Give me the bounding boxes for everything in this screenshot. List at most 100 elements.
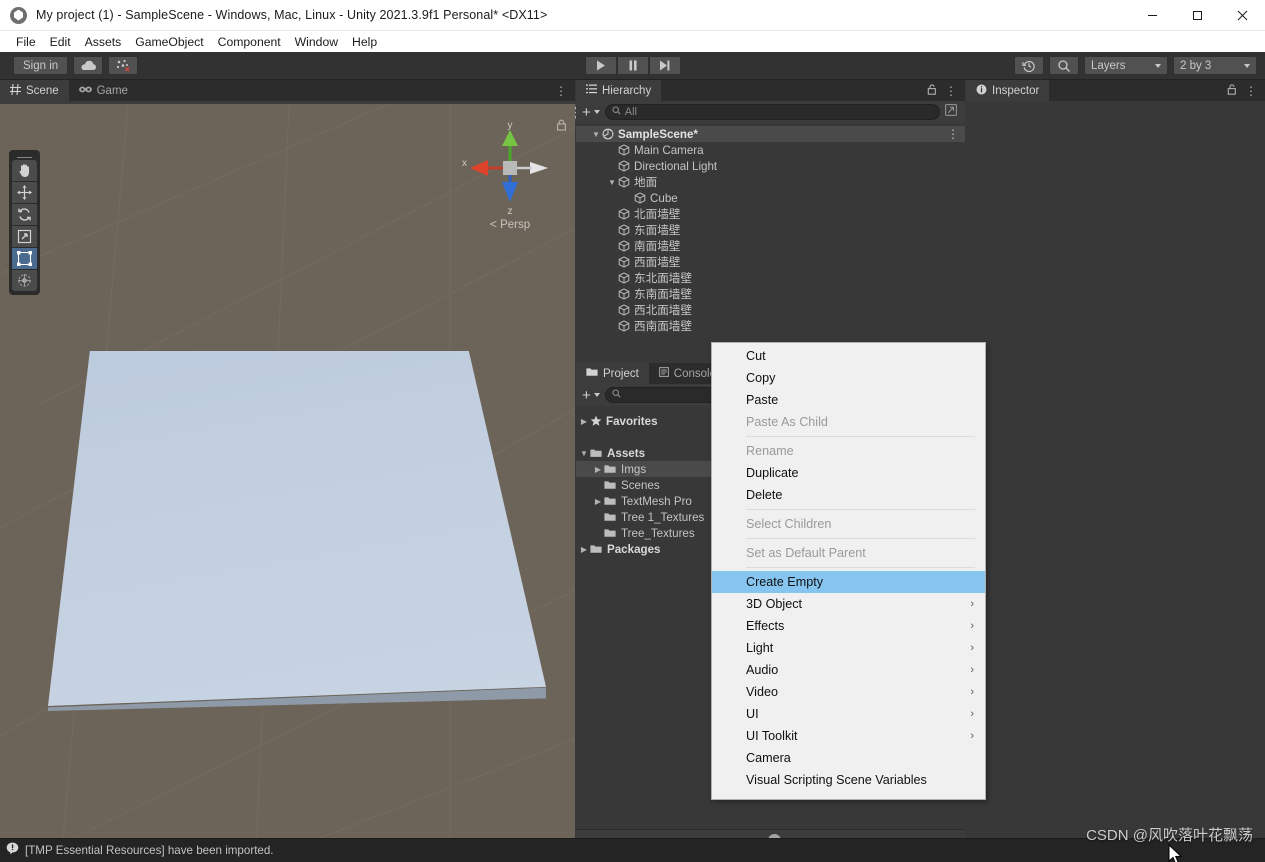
minimize-icon[interactable]: [1130, 0, 1175, 31]
chevron-down-icon[interactable]: ▼: [590, 130, 602, 139]
menu-edit[interactable]: Edit: [43, 33, 78, 51]
menu-gameobject[interactable]: GameObject: [128, 33, 210, 51]
scene-orientation-gizmo[interactable]: y x z < Persp: [460, 116, 560, 231]
lock-icon[interactable]: [1227, 82, 1237, 100]
project-tree-row[interactable]: ▶ Favorites: [576, 413, 711, 429]
tab-project[interactable]: Project: [576, 363, 649, 384]
cloud-icon[interactable]: [73, 56, 104, 75]
context-menu-item-light[interactable]: Light ›: [712, 637, 985, 659]
context-menu-item-paste[interactable]: Paste: [712, 389, 985, 411]
tab-game[interactable]: Game: [68, 80, 138, 101]
undo-history-icon[interactable]: [1014, 56, 1044, 75]
lock-icon[interactable]: [927, 82, 937, 100]
context-menu-item-3d-object[interactable]: 3D Object ›: [712, 593, 985, 615]
kebab-menu-icon[interactable]: ⋮: [1245, 85, 1257, 97]
menu-window[interactable]: Window: [288, 33, 345, 51]
project-tree-row[interactable]: Tree 1_Textures: [576, 509, 711, 525]
gameobject-icon: [618, 144, 630, 156]
rotate-icon[interactable]: [12, 204, 37, 225]
play-icon[interactable]: [584, 56, 617, 75]
project-tree-row[interactable]: ▶ Imgs: [576, 461, 711, 477]
context-menu-item-visual-scripting-scene-variables[interactable]: Visual Scripting Scene Variables: [712, 769, 985, 791]
chevron-right-icon[interactable]: ▶: [592, 497, 604, 506]
tab-inspector[interactable]: Inspector: [966, 80, 1050, 101]
chevron-right-icon[interactable]: ▶: [592, 465, 604, 474]
pause-icon[interactable]: [616, 56, 649, 75]
sign-in-button[interactable]: Sign in: [13, 56, 69, 75]
project-tree[interactable]: ▶ Favorites ▼ Assets ▶ Imgs Scenes ▶ TextMesh P…: [576, 409, 711, 804]
context-menu-item-rename: Rename: [712, 440, 985, 462]
layout-dropdown[interactable]: 2 by 3: [1173, 56, 1257, 75]
hierarchy-row[interactable]: Directional Light: [576, 158, 965, 174]
context-menu-item-ui[interactable]: UI ›: [712, 703, 985, 725]
hierarchy-row[interactable]: 西北面墙壁: [576, 302, 965, 318]
transform-icon[interactable]: [12, 270, 37, 291]
inspector-content[interactable]: [966, 101, 1265, 850]
search-icon[interactable]: [1049, 56, 1079, 75]
context-menu-item-label: Set as Default Parent: [746, 546, 866, 560]
context-menu-item-audio[interactable]: Audio ›: [712, 659, 985, 681]
close-icon[interactable]: [1220, 0, 1265, 31]
svg-text:x: x: [462, 158, 467, 169]
hierarchy-list[interactable]: ▼ SampleScene* ⋮ Main Camera Directional Lig…: [576, 126, 965, 361]
context-menu-item-copy[interactable]: Copy: [712, 367, 985, 389]
layers-dropdown[interactable]: Layers: [1084, 56, 1168, 75]
scale-icon[interactable]: [12, 226, 37, 247]
context-menu-item-create-empty[interactable]: Create Empty: [712, 571, 985, 593]
step-icon[interactable]: [648, 56, 681, 75]
maximize-icon[interactable]: [1175, 0, 1220, 31]
hierarchy-search-input[interactable]: All: [604, 104, 940, 120]
context-menu-item-delete[interactable]: Delete: [712, 484, 985, 506]
hierarchy-row[interactable]: ▼ 地面: [576, 174, 965, 190]
hierarchy-row[interactable]: 西面墙壁: [576, 254, 965, 270]
hierarchy-row[interactable]: 东北面墙壁: [576, 270, 965, 286]
project-tree-row[interactable]: ▼ Assets: [576, 445, 711, 461]
hierarchy-row[interactable]: Main Camera: [576, 142, 965, 158]
context-menu-item-effects[interactable]: Effects ›: [712, 615, 985, 637]
gizmo-projection-label[interactable]: < Persp: [460, 217, 560, 231]
hierarchy-row[interactable]: 北面墙壁: [576, 206, 965, 222]
rect-transform-icon[interactable]: [12, 248, 37, 269]
project-tree-row[interactable]: ▶ TextMesh Pro: [576, 493, 711, 509]
context-menu-item-cut[interactable]: Cut: [712, 345, 985, 367]
hierarchy-scene-row[interactable]: ▼ SampleScene* ⋮: [576, 126, 965, 142]
kebab-menu-icon[interactable]: ⋮: [945, 85, 957, 97]
context-menu-item-label: Effects: [746, 619, 785, 633]
ground-plane-object[interactable]: [48, 351, 546, 706]
chevron-right-icon[interactable]: ▶: [578, 545, 590, 554]
chevron-down-icon[interactable]: ▼: [578, 449, 590, 458]
hierarchy-row[interactable]: 西南面墙壁: [576, 318, 965, 334]
hand-icon[interactable]: [12, 160, 37, 181]
context-menu-item-ui-toolkit[interactable]: UI Toolkit ›: [712, 725, 985, 747]
chevron-right-icon[interactable]: ▶: [578, 417, 590, 426]
hierarchy-add-button[interactable]: +: [582, 105, 600, 120]
palette-grip[interactable]: [17, 157, 32, 158]
hierarchy-row[interactable]: Cube: [576, 190, 965, 206]
menu-component[interactable]: Component: [211, 33, 288, 51]
chevron-down-icon[interactable]: ▼: [606, 178, 618, 187]
menu-assets[interactable]: Assets: [78, 33, 129, 51]
move-icon[interactable]: [12, 182, 37, 203]
context-menu-item-camera[interactable]: Camera: [712, 747, 985, 769]
tab-hierarchy[interactable]: Hierarchy: [576, 80, 662, 101]
scene-viewport[interactable]: y x z < Persp: [0, 104, 575, 850]
project-tree-row[interactable]: Tree_Textures: [576, 525, 711, 541]
project-add-button[interactable]: +: [582, 388, 600, 403]
project-tree-row[interactable]: ▶ Packages: [576, 541, 711, 557]
hierarchy-row[interactable]: 东南面墙壁: [576, 286, 965, 302]
menu-help[interactable]: Help: [345, 33, 384, 51]
hierarchy-search-expand-icon[interactable]: [945, 103, 957, 121]
gameobject-context-menu[interactable]: Cut Copy Paste Paste As Child Rename Duplicat…: [711, 342, 986, 800]
hierarchy-row[interactable]: 东面墙壁: [576, 222, 965, 238]
kebab-menu-icon[interactable]: ⋮: [555, 85, 567, 97]
hierarchy-row[interactable]: 南面墙壁: [576, 238, 965, 254]
context-menu-item-label: Rename: [746, 444, 794, 458]
project-tree-row[interactable]: Scenes: [576, 477, 711, 493]
kebab-menu-icon[interactable]: ⋮: [947, 128, 959, 140]
tab-scene[interactable]: Scene: [0, 80, 69, 101]
hierarchy-tabbar: Hierarchy ⋮: [576, 80, 965, 101]
collab-error-icon[interactable]: [108, 56, 139, 75]
context-menu-item-duplicate[interactable]: Duplicate: [712, 462, 985, 484]
menu-file[interactable]: File: [9, 33, 43, 51]
context-menu-item-video[interactable]: Video ›: [712, 681, 985, 703]
